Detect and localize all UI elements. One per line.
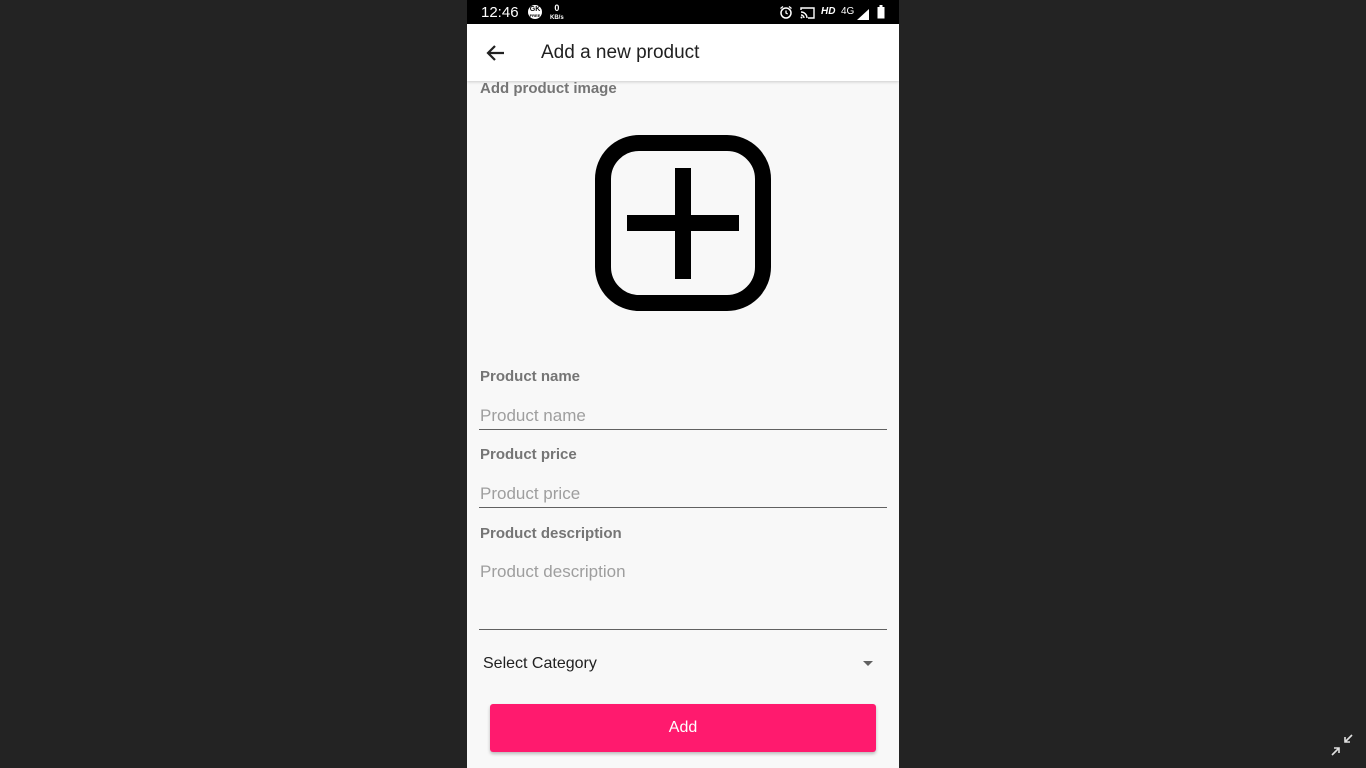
app-bar: Add a new product [467,24,899,81]
category-selected-value: Select Category [483,655,597,672]
cast-icon [800,6,815,19]
network-speed-value: 0 [554,3,560,13]
arrow-back-icon [486,45,504,61]
data-saver-bottom: FREE [529,13,541,18]
signal-icon [857,7,869,20]
network-speed: 0 KB/s [550,4,564,22]
product-price-label: Product price [480,446,577,463]
product-price-field[interactable] [479,480,887,508]
product-name-label: Product name [480,368,581,385]
category-select[interactable]: Select Category [483,650,875,680]
alarm-icon [779,5,793,19]
product-description-field[interactable] [479,556,887,630]
network-speed-unit: KB/s [550,15,564,21]
data-saver-icon: GK FREE [527,4,543,20]
exit-fullscreen-icon [1331,734,1353,756]
dropdown-arrow-icon [863,661,873,666]
status-bar: 12:46 GK FREE 0 KB/s HD 4G [467,0,899,24]
add-button[interactable]: Add [490,704,876,752]
product-name-field[interactable] [479,402,887,430]
product-description-label: Product description [480,525,622,542]
battery-icon [877,5,885,19]
page-title: Add a new product [541,42,700,63]
network-hd: HD [821,6,836,17]
add-image-button[interactable] [595,135,771,311]
add-image-label: Add product image [480,80,617,97]
exit-fullscreen-button[interactable] [1330,733,1354,757]
network-type: 4G [841,6,855,17]
back-button[interactable] [484,41,508,65]
status-time: 12:46 [481,4,519,21]
phone-screen: 12:46 GK FREE 0 KB/s HD 4G Add a new pro… [467,0,899,768]
add-box-icon [595,135,771,311]
